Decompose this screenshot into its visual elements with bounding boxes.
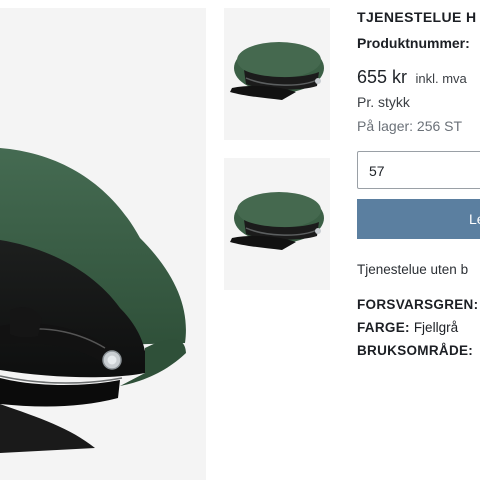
- product-thumbnail-2[interactable]: [224, 158, 330, 290]
- stock-status: På lager: 256 ST: [357, 118, 463, 134]
- attribute-key: FORSVARSGREN:: [357, 297, 479, 312]
- attribute-row-usage: BRUKSOMRÅDE:: [357, 343, 477, 358]
- service-cap-image: [0, 148, 186, 453]
- attribute-value: Fjellgrå: [413, 320, 459, 335]
- attribute-key: FARGE:: [357, 320, 410, 335]
- main-product-image[interactable]: [0, 8, 206, 480]
- unit-label: Pr. stykk: [357, 94, 410, 110]
- service-cap-thumbnail-icon: [230, 42, 324, 100]
- service-cap-thumbnail-icon: [230, 192, 324, 250]
- attribute-row-color: FARGE: Fjellgrå: [357, 320, 458, 335]
- attribute-key: BRUKSOMRÅDE:: [357, 343, 474, 358]
- price: 655 kr: [357, 67, 408, 87]
- product-number-label: Produktnummer:: [357, 35, 470, 51]
- product-thumbnail-1[interactable]: [224, 8, 330, 140]
- attribute-row-branch: FORSVARSGREN:: [357, 297, 480, 312]
- size-select[interactable]: 57: [357, 151, 480, 189]
- add-to-cart-button[interactable]: Le: [357, 199, 480, 239]
- product-info-panel: TJENESTELUE H Produktnummer: 655 kr inkl…: [357, 0, 480, 480]
- price-row: 655 kr inkl. mva: [357, 67, 467, 88]
- product-title: TJENESTELUE H: [357, 9, 477, 25]
- vat-note: inkl. mva: [415, 71, 467, 86]
- product-description: Tjenestelue uten b: [357, 262, 469, 277]
